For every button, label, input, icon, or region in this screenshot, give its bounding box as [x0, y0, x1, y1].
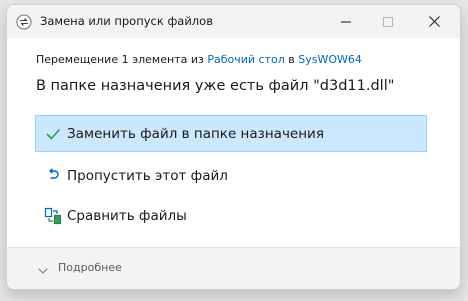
dialog-content: Перемещение 1 элемента из Рабочий стол в…: [7, 38, 460, 248]
operation-prefix: Перемещение 1 элемента из: [36, 53, 208, 66]
more-details-toggle[interactable]: Подробнее: [37, 261, 122, 274]
checkmark-icon: [44, 125, 62, 143]
more-details-label: Подробнее: [58, 261, 122, 274]
chevron-down-icon: [37, 262, 49, 274]
replace-file-label: Заменить файл в папке назначения: [67, 125, 324, 142]
window-title: Замена или пропуск файлов: [40, 14, 213, 28]
maximize-button[interactable]: [365, 5, 411, 38]
conflict-message: В папке назначения уже есть файл "d3d11.…: [36, 78, 395, 94]
skip-icon: [44, 167, 62, 185]
close-button[interactable]: [411, 5, 457, 38]
operation-middle: в: [284, 53, 299, 66]
minimize-button[interactable]: [323, 5, 369, 38]
close-icon: [428, 12, 440, 31]
minimize-icon: [341, 12, 351, 31]
operation-description: Перемещение 1 элемента из Рабочий стол в…: [36, 53, 362, 66]
skip-file-label: Пропустить этот файл: [67, 167, 228, 184]
replace-file-option[interactable]: Заменить файл в папке назначения: [35, 115, 427, 152]
title-bar[interactable]: Замена или пропуск файлов: [7, 5, 460, 38]
replace-or-skip-dialog: Замена или пропуск файлов Перемещение 1 …: [6, 4, 461, 290]
maximize-icon: [383, 12, 393, 31]
file-transfer-icon: [16, 14, 32, 30]
dialog-footer: Подробнее: [7, 247, 460, 289]
destination-folder-link[interactable]: SysWOW64: [298, 53, 362, 66]
compare-files-label: Сравнить файлы: [67, 207, 187, 224]
source-folder-link[interactable]: Рабочий стол: [207, 53, 284, 66]
compare-files-option[interactable]: Сравнить файлы: [35, 197, 427, 234]
skip-file-option[interactable]: Пропустить этот файл: [35, 157, 427, 194]
compare-icon: [44, 207, 62, 225]
